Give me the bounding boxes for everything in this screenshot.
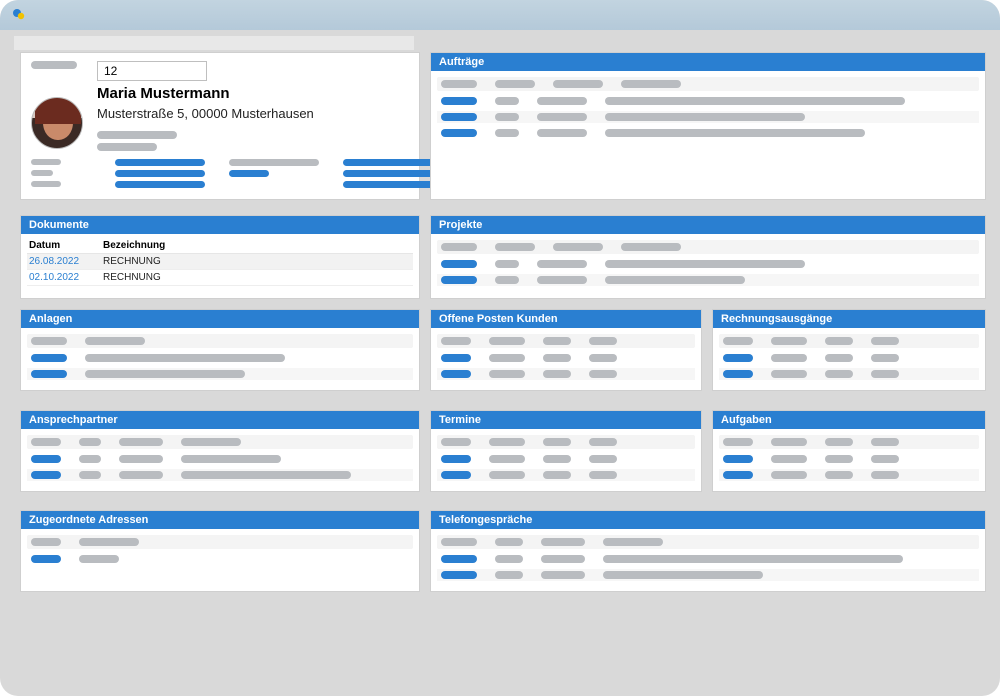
col-date: Datum bbox=[29, 240, 85, 251]
doc-date[interactable]: 26.08.2022 bbox=[29, 256, 85, 267]
panel-header: Telefongespräche bbox=[431, 511, 985, 529]
table-header: Datum Bezeichnung bbox=[27, 238, 413, 254]
panel-aufgaben: Aufgaben bbox=[712, 410, 986, 492]
doc-date[interactable]: 02.10.2022 bbox=[29, 272, 85, 283]
panel-header: Aufträge bbox=[431, 53, 985, 71]
customer-meta-placeholder bbox=[97, 131, 409, 155]
id-label-placeholder bbox=[31, 61, 77, 69]
panel-ansprechpartner: Ansprechpartner bbox=[20, 410, 420, 492]
customer-id-input[interactable] bbox=[97, 61, 207, 81]
panel-header: Rechnungsausgänge bbox=[713, 310, 985, 328]
customer-card: Maria Mustermann Musterstraße 5, 00000 M… bbox=[20, 52, 420, 200]
panel-header: Dokumente bbox=[21, 216, 419, 234]
panel-header: Projekte bbox=[431, 216, 985, 234]
customer-links-grid bbox=[31, 159, 409, 188]
table-row[interactable]: 26.08.2022 RECHNUNG bbox=[27, 254, 413, 270]
panel-body bbox=[431, 71, 985, 145]
panel-projekte: Projekte bbox=[430, 215, 986, 299]
panel-telefongespraeche: Telefongespräche bbox=[430, 510, 986, 592]
app-logo-icon bbox=[12, 8, 26, 22]
panel-offene-posten: Offene Posten Kunden bbox=[430, 309, 702, 391]
customer-avatar bbox=[31, 97, 83, 149]
panel-header: Ansprechpartner bbox=[21, 411, 419, 429]
customer-name: Maria Mustermann bbox=[97, 85, 409, 102]
panel-header: Aufgaben bbox=[713, 411, 985, 429]
panel-auftraege: Aufträge bbox=[430, 52, 986, 200]
panel-header: Anlagen bbox=[21, 310, 419, 328]
doc-desc: RECHNUNG bbox=[103, 256, 161, 267]
customer-address: Musterstraße 5, 00000 Musterhausen bbox=[97, 106, 409, 121]
table-row[interactable]: 02.10.2022 RECHNUNG bbox=[27, 270, 413, 286]
window-titlebar bbox=[0, 0, 1000, 30]
doc-desc: RECHNUNG bbox=[103, 272, 161, 283]
panel-termine: Termine bbox=[430, 410, 702, 492]
panel-header: Zugeordnete Adressen bbox=[21, 511, 419, 529]
col-desc: Bezeichnung bbox=[103, 240, 165, 251]
panel-header: Offene Posten Kunden bbox=[431, 310, 701, 328]
panel-dokumente: Dokumente Datum Bezeichnung 26.08.2022 R… bbox=[20, 215, 420, 299]
panel-rechnungsausgaenge: Rechnungsausgänge bbox=[712, 309, 986, 391]
panel-zugeordnete-adressen: Zugeordnete Adressen bbox=[20, 510, 420, 592]
panel-anlagen: Anlagen bbox=[20, 309, 420, 391]
panel-header: Termine bbox=[431, 411, 701, 429]
app-window: Maria Mustermann Musterstraße 5, 00000 M… bbox=[0, 0, 1000, 696]
toolbar-placeholder bbox=[14, 36, 414, 50]
